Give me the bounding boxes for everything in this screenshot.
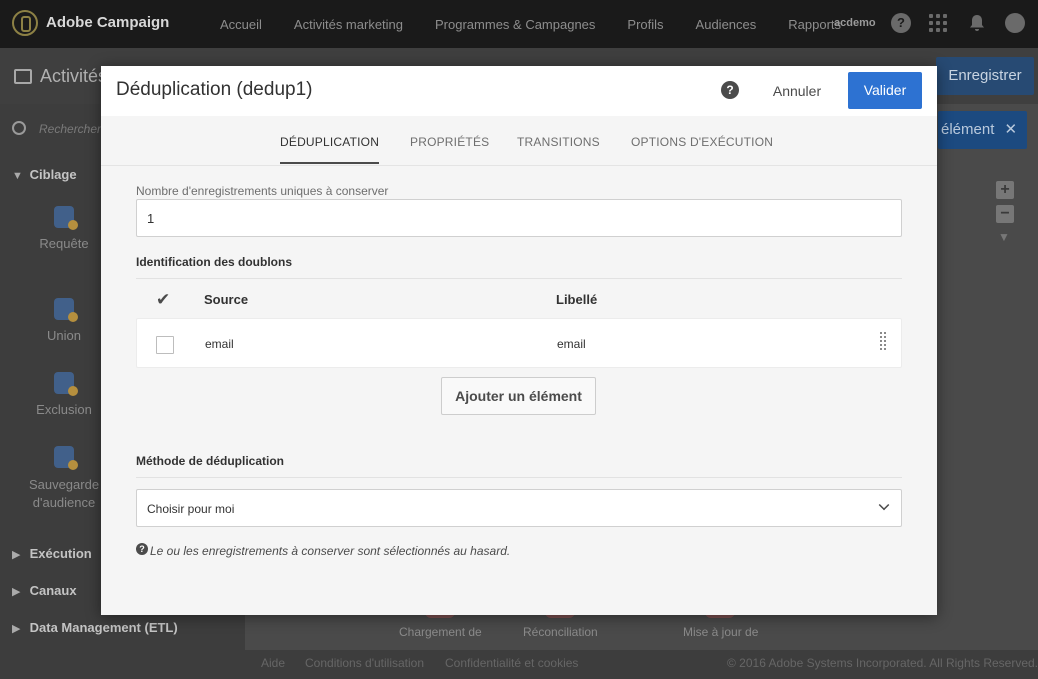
dialog-tabs: DÉDUPLICATION PROPRIÉTÉS TRANSITIONS OPT… bbox=[101, 116, 937, 166]
top-nav: Accueil Activités marketing Programmes &… bbox=[204, 0, 857, 48]
select-all-check-icon[interactable]: ✔ bbox=[156, 290, 170, 310]
dialog-title: Déduplication (dedup1) bbox=[116, 79, 313, 100]
unique-count-label: Nombre d'enregistrements uniques à conse… bbox=[136, 184, 389, 198]
user-name[interactable]: acdemo bbox=[834, 17, 876, 29]
section-label: Ciblage bbox=[29, 167, 77, 182]
cancel-button[interactable]: Annuler bbox=[763, 73, 831, 109]
add-element-button[interactable]: Ajouter un élément bbox=[441, 377, 596, 415]
union-icon bbox=[54, 298, 78, 322]
dedup-method-select[interactable]: Choisir pour moi bbox=[136, 489, 902, 527]
close-icon[interactable]: ✕ bbox=[1005, 121, 1018, 138]
chevron-down-icon[interactable]: ▼ bbox=[998, 230, 1010, 244]
footer-link-conditions[interactable]: Conditions d'utilisation bbox=[305, 656, 424, 670]
section-label: Exécution bbox=[29, 546, 92, 561]
section-label: Data Management (ETL) bbox=[29, 620, 178, 635]
info-icon: ? bbox=[136, 543, 148, 555]
workflow-node-label: Réconciliation bbox=[523, 625, 598, 639]
chevron-down-icon: ▼ bbox=[12, 170, 23, 182]
page-title: Activités bbox=[40, 66, 108, 86]
help-icon[interactable]: ? bbox=[891, 13, 911, 33]
element-button-label: élément bbox=[941, 121, 995, 138]
user-avatar-icon[interactable] bbox=[1005, 13, 1025, 33]
activity-requete[interactable]: Requête bbox=[14, 206, 114, 251]
activity-label: Sauvegarde d'audience bbox=[28, 477, 100, 510]
exclusion-icon bbox=[54, 372, 78, 396]
query-icon bbox=[54, 206, 78, 230]
section-etl[interactable]: ▶ Data Management (ETL) bbox=[12, 620, 178, 635]
dialog-header: Déduplication (dedup1) ? Annuler Valider bbox=[101, 66, 937, 116]
footer-link-aide[interactable]: Aide bbox=[261, 656, 285, 670]
element-button[interactable]: élément ✕ bbox=[938, 111, 1027, 149]
activity-label: Requête bbox=[39, 236, 89, 251]
validate-button[interactable]: Valider bbox=[848, 72, 922, 109]
table-row: email email bbox=[136, 318, 902, 368]
chevron-right-icon: ▶ bbox=[12, 623, 21, 635]
row-checkbox[interactable] bbox=[156, 336, 174, 354]
divider bbox=[136, 477, 902, 478]
top-bar: Adobe Campaign Accueil Activités marketi… bbox=[0, 0, 1038, 48]
panel-toggle-icon[interactable] bbox=[14, 69, 32, 84]
activity-exclusion[interactable]: Exclusion bbox=[14, 372, 114, 417]
search-input[interactable]: Rechercher... bbox=[39, 122, 111, 136]
nav-item-audiences[interactable]: Audiences bbox=[680, 17, 773, 32]
chevron-down-icon bbox=[878, 499, 890, 511]
method-note: Le ou les enregistrements à conserver so… bbox=[150, 544, 511, 558]
activity-label: Exclusion bbox=[36, 402, 92, 417]
zoom-out-icon[interactable]: − bbox=[996, 205, 1014, 223]
column-header-libelle: Libellé bbox=[556, 292, 598, 307]
help-icon[interactable]: ? bbox=[721, 81, 739, 99]
nav-item-accueil[interactable]: Accueil bbox=[204, 17, 278, 32]
adobe-campaign-logo-icon[interactable] bbox=[12, 10, 38, 36]
save-button[interactable]: Enregistrer bbox=[936, 57, 1034, 95]
select-value: Choisir pour moi bbox=[147, 502, 235, 516]
chevron-right-icon: ▶ bbox=[12, 549, 21, 561]
activity-sauvegarde-audience[interactable]: Sauvegarde d'audience bbox=[14, 446, 114, 512]
nav-item-profils[interactable]: Profils bbox=[611, 17, 679, 32]
workflow-node-label: Chargement de bbox=[399, 625, 482, 639]
brand-name[interactable]: Adobe Campaign bbox=[46, 14, 169, 31]
tab-options-execution[interactable]: OPTIONS D'EXÉCUTION bbox=[631, 135, 773, 162]
save-audience-icon bbox=[54, 446, 78, 470]
column-header-source: Source bbox=[204, 292, 249, 307]
search-icon bbox=[12, 121, 26, 135]
section-execution[interactable]: ▶ Exécution bbox=[12, 546, 92, 561]
divider bbox=[136, 278, 902, 279]
chevron-right-icon: ▶ bbox=[12, 586, 21, 598]
section-ciblage[interactable]: ▼ Ciblage bbox=[12, 167, 77, 182]
tab-proprietes[interactable]: PROPRIÉTÉS bbox=[410, 135, 489, 162]
activity-label: Union bbox=[47, 328, 81, 343]
cell-source: email bbox=[205, 337, 234, 351]
method-heading: Méthode de déduplication bbox=[136, 454, 285, 468]
section-label: Canaux bbox=[29, 583, 77, 598]
unique-count-input[interactable] bbox=[136, 199, 902, 237]
nav-item-programmes-campagnes[interactable]: Programmes & Campagnes bbox=[419, 17, 611, 32]
apps-grid-icon[interactable] bbox=[928, 13, 948, 33]
drag-handle-icon[interactable] bbox=[878, 332, 888, 352]
cell-libelle: email bbox=[557, 337, 586, 351]
duplicates-heading: Identification des doublons bbox=[136, 255, 292, 269]
deduplication-dialog: Déduplication (dedup1) ? Annuler Valider… bbox=[101, 66, 937, 615]
footer-copyright: © 2016 Adobe Systems Incorporated. All R… bbox=[727, 656, 1038, 670]
tab-transitions[interactable]: TRANSITIONS bbox=[517, 135, 600, 162]
section-canaux[interactable]: ▶ Canaux bbox=[12, 583, 77, 598]
tab-deduplication[interactable]: DÉDUPLICATION bbox=[280, 135, 380, 164]
page-footer: Aide Conditions d'utilisation Confidenti… bbox=[245, 650, 1038, 679]
workflow-node-label: Mise à jour de bbox=[683, 625, 759, 639]
nav-item-activites-marketing[interactable]: Activités marketing bbox=[278, 17, 419, 32]
notification-bell-icon[interactable] bbox=[967, 13, 987, 33]
footer-link-confidentialite[interactable]: Confidentialité et cookies bbox=[445, 656, 578, 670]
zoom-in-icon[interactable]: + bbox=[996, 181, 1014, 199]
activity-union[interactable]: Union bbox=[14, 298, 114, 343]
